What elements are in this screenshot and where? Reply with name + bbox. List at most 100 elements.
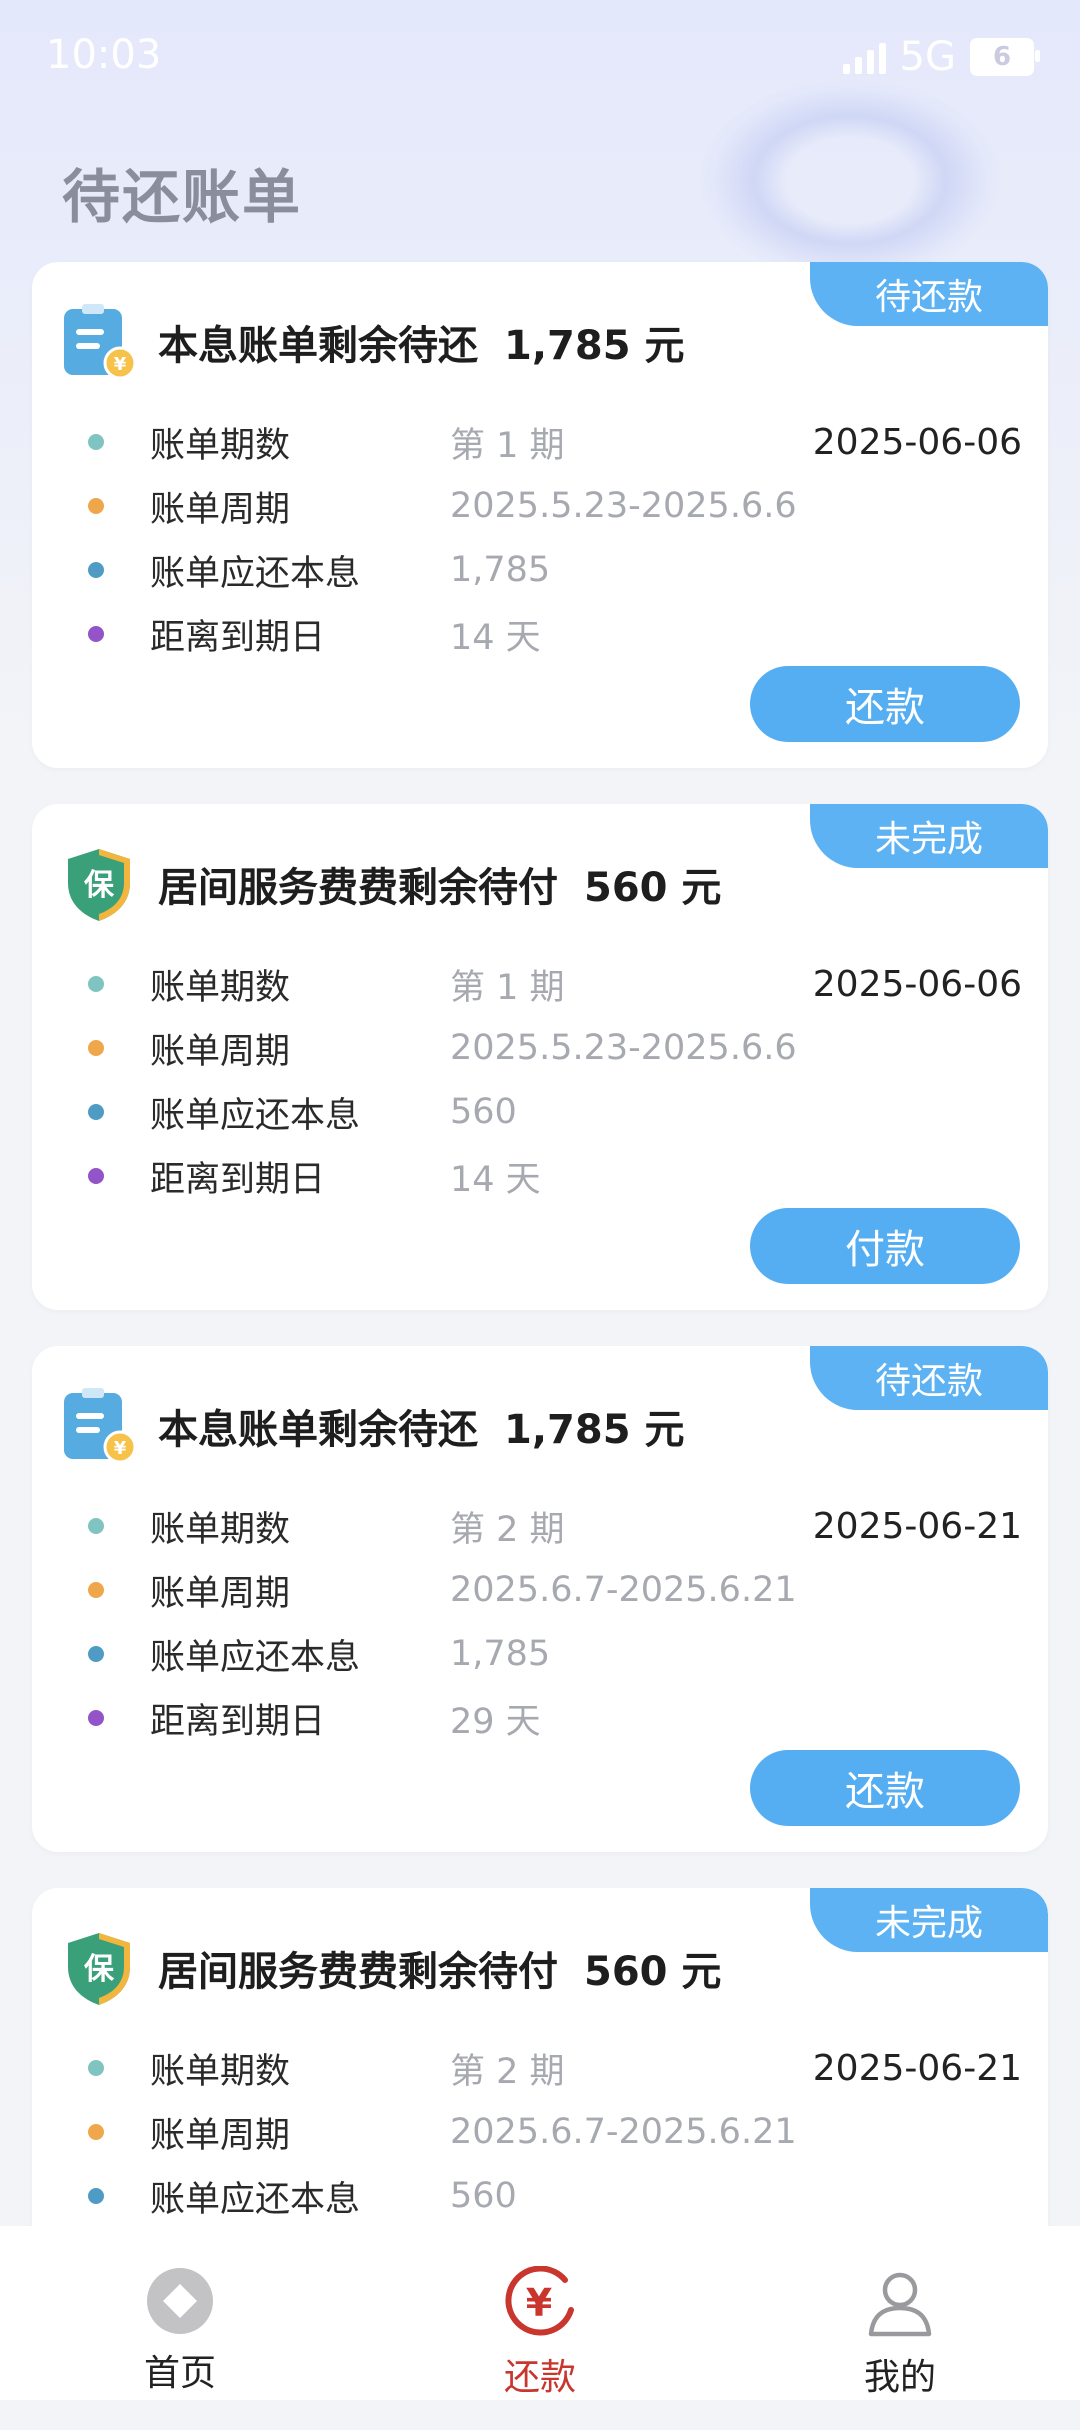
bill-card-1: 待还款 ¥ 本息账单剩余待还 1,785 元 账单期数 第 1 期 2025-06-…	[32, 262, 1048, 768]
status-badge: 未完成	[810, 804, 1048, 868]
bullet-dot-icon	[88, 1582, 104, 1598]
bullet-dot-icon	[88, 1646, 104, 1662]
card-title: 居间服务费费剩余待付	[158, 1949, 558, 1995]
status-badge-label: 待还款	[874, 277, 983, 318]
network-label: 5G	[899, 34, 956, 80]
detail-value: 560	[450, 2176, 517, 2216]
due-date: 2025-06-06	[812, 963, 1022, 1005]
status-time: 10:03	[46, 32, 162, 78]
detail-label: 账单周期	[150, 1573, 291, 1614]
status-badge: 待还款	[810, 262, 1048, 326]
bill-list: 待还款 ¥ 本息账单剩余待还 1,785 元 账单期数第 1 期 2025-06-…	[32, 262, 1048, 2430]
bullet-dot-icon	[88, 562, 104, 578]
detail-row: 账单应还本息 1,785	[88, 1622, 1048, 1686]
bullet-dot-icon	[88, 626, 104, 642]
page-title: 待还账单	[62, 163, 303, 231]
repay-button[interactable]: 还款	[750, 1750, 1020, 1826]
detail-row: 距离到期日 29 天	[88, 1686, 1048, 1750]
detail-value: 2025.6.7-2025.6.21	[450, 1570, 797, 1610]
bullet-dot-icon	[88, 2124, 104, 2140]
detail-value: 第 2 期	[450, 2051, 565, 2092]
decorative-ring	[700, 80, 1000, 280]
detail-label: 账单期数	[150, 2051, 291, 2092]
svg-text:¥: ¥	[526, 2281, 552, 2325]
detail-label: 账单期数	[150, 967, 291, 1008]
card-details: 账单期数 第 1 期 2025-06-06 账单周期 2025.5.23-2025.6.…	[88, 410, 1048, 666]
tab-home-label: 首页	[143, 2353, 216, 2394]
bullet-dot-icon	[88, 2060, 104, 2076]
tab-home[interactable]: 首页	[0, 2226, 360, 2400]
battery-icon: 6	[970, 38, 1040, 76]
detail-value: 29 天	[450, 1701, 541, 1742]
detail-label: 账单周期	[150, 489, 291, 530]
status-badge-label: 未完成	[874, 819, 983, 860]
card-header: ¥ 本息账单剩余待还 1,785 元	[60, 1376, 684, 1476]
status-icons: 5G 6	[842, 34, 1040, 80]
due-date: 2025-06-21	[812, 2047, 1022, 2089]
card-amount: 1,785 元	[504, 323, 685, 369]
card-details: 账单期数 第 2 期 2025-06-21 账单周期 2025.6.7-2025.6.2…	[88, 1494, 1048, 1750]
bullet-dot-icon	[88, 1104, 104, 1120]
due-date: 2025-06-21	[812, 1505, 1022, 1547]
status-bar: 10:03 5G 6	[0, 0, 1080, 110]
repay-icon: ¥	[505, 2266, 574, 2336]
detail-label: 账单应还本息	[150, 1637, 361, 1678]
signal-icon	[842, 40, 886, 74]
bill-card-3: 待还款 ¥ 本息账单剩余待还 1,785 元 账单期数 第 2 期 2025-06-…	[32, 1346, 1048, 1852]
bill-card-2: 未完成 保 居间服务费费剩余待付 560 元 账单期数 第 1 期 2025-06-…	[32, 804, 1048, 1310]
card-header: 保 居间服务费费剩余待付 560 元	[60, 834, 721, 934]
bullet-dot-icon	[88, 1710, 104, 1726]
detail-row: 账单周期 2025.6.7-2025.6.21	[88, 1558, 1048, 1622]
detail-row: 距离到期日 14 天	[88, 602, 1048, 666]
tab-repay[interactable]: ¥ 还款	[360, 2226, 720, 2400]
detail-row: 账单周期 2025.6.7-2025.6.21	[88, 2100, 1048, 2164]
tab-profile[interactable]: 我的	[720, 2226, 1080, 2400]
profile-icon	[868, 2272, 932, 2337]
detail-value: 2025.6.7-2025.6.21	[450, 2112, 797, 2152]
detail-value: 14 天	[450, 1159, 541, 1200]
shield-icon: 保	[68, 1933, 130, 2005]
bill-icon: ¥	[64, 1388, 137, 1464]
status-badge: 待还款	[810, 1346, 1048, 1410]
bullet-dot-icon	[88, 2188, 104, 2204]
pay-button[interactable]: 付款	[750, 1208, 1020, 1284]
card-title: 居间服务费费剩余待付	[158, 865, 558, 911]
status-badge: 未完成	[810, 1888, 1048, 1952]
card-details: 账单期数 第 2 期 2025-06-21 账单周期 2025.6.7-2025.6.2…	[88, 2036, 1048, 2228]
detail-row: 距离到期日 14 天	[88, 1144, 1048, 1208]
detail-label: 账单应还本息	[150, 1095, 361, 1136]
card-amount: 560 元	[584, 865, 722, 911]
detail-value: 1,785	[450, 1634, 551, 1674]
repay-button[interactable]: 还款	[750, 666, 1020, 742]
card-header: 保 居间服务费费剩余待付 560 元	[60, 1918, 721, 2018]
detail-value: 14 天	[450, 617, 541, 658]
svg-text:保: 保	[84, 1952, 115, 1987]
detail-value: 2025.5.23-2025.6.6	[450, 1028, 797, 1068]
detail-label: 账单周期	[150, 1031, 291, 1072]
detail-label: 距离到期日	[150, 1159, 326, 1200]
detail-label: 距离到期日	[150, 1701, 326, 1742]
bullet-dot-icon	[88, 1168, 104, 1184]
card-details: 账单期数 第 1 期 2025-06-06 账单周期 2025.5.23-2025.6.…	[88, 952, 1048, 1208]
tab-repay-label: 还款	[503, 2357, 576, 2398]
detail-value: 560	[450, 1092, 517, 1132]
detail-row: 账单周期 2025.5.23-2025.6.6	[88, 474, 1048, 538]
detail-row: 账单期数 第 2 期 2025-06-21	[88, 2036, 1048, 2100]
shield-icon: 保	[68, 849, 130, 921]
detail-value: 2025.5.23-2025.6.6	[450, 486, 797, 526]
detail-row: 账单应还本息 560	[88, 1080, 1048, 1144]
detail-label: 账单应还本息	[150, 553, 361, 594]
home-icon	[147, 2268, 213, 2334]
bullet-dot-icon	[88, 1040, 104, 1056]
card-header: ¥ 本息账单剩余待还 1,785 元	[60, 292, 684, 392]
bullet-dot-icon	[88, 498, 104, 514]
card-amount: 560 元	[584, 1949, 722, 1995]
detail-row: 账单周期 2025.5.23-2025.6.6	[88, 1016, 1048, 1080]
detail-value: 1,785	[450, 550, 551, 590]
bottom-tab-bar: 首页 ¥ 还款 我的	[0, 2226, 1080, 2400]
detail-label: 距离到期日	[150, 617, 326, 658]
detail-label: 账单周期	[150, 2115, 291, 2156]
svg-text:¥: ¥	[114, 1438, 127, 1459]
card-title: 本息账单剩余待还	[158, 1407, 478, 1453]
bill-icon: ¥	[64, 304, 137, 380]
